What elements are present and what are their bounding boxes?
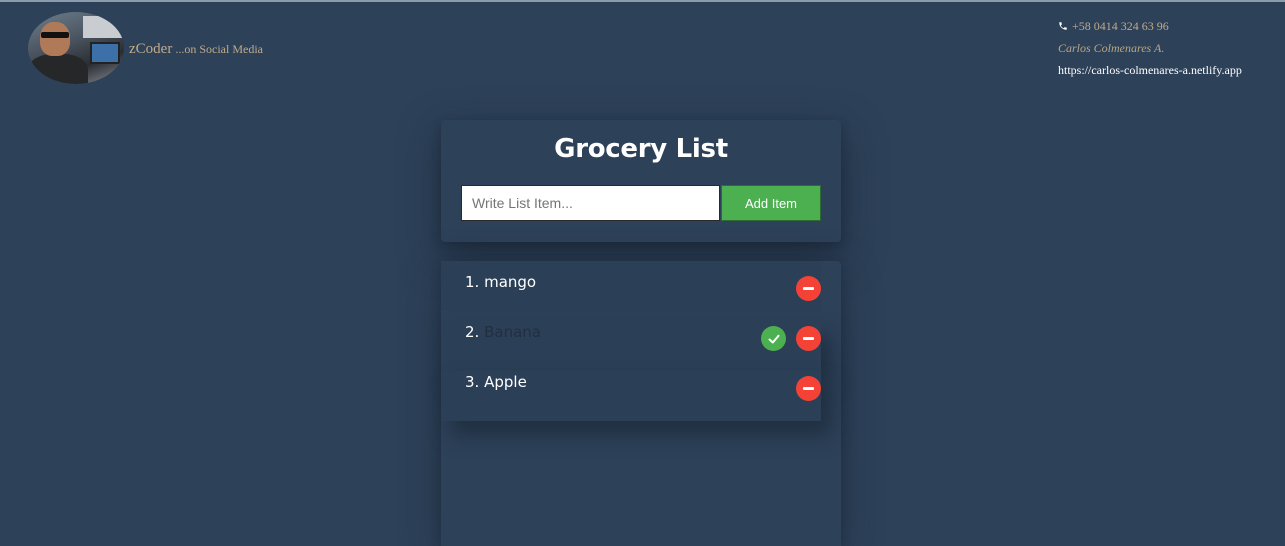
- check-icon[interactable]: [761, 326, 786, 351]
- remove-icon[interactable]: [796, 276, 821, 301]
- list-item: 3. Apple: [441, 371, 821, 421]
- phone-icon: [1058, 21, 1068, 31]
- avatar-shirt: [28, 54, 88, 84]
- list-item-text: 3. Apple: [465, 373, 527, 391]
- list-item-number: 3.: [465, 373, 480, 391]
- grocery-list: 1. mango 2. Banana 3. Apple: [441, 261, 841, 546]
- contact-info: +58 0414 324 63 96 Carlos Colmenares A. …: [1058, 16, 1242, 81]
- add-item-button[interactable]: Add Item: [721, 185, 821, 221]
- list-item-label-completed: Banana: [484, 323, 541, 341]
- profile-avatar: [28, 12, 124, 84]
- author-name: Carlos Colmenares A.: [1058, 41, 1165, 55]
- grocery-form-card: Grocery List Add Item: [441, 120, 841, 242]
- list-item-label: mango: [484, 273, 537, 291]
- portfolio-link[interactable]: https://carlos-colmenares-a.netlify.app: [1058, 59, 1242, 81]
- avatar-face: [40, 22, 70, 56]
- list-item-text: 2. Banana: [465, 323, 541, 341]
- brand-name: zCoder: [129, 41, 173, 57]
- page-title: Grocery List: [554, 134, 728, 164]
- phone-number[interactable]: +58 0414 324 63 96: [1072, 16, 1169, 36]
- remove-icon[interactable]: [796, 376, 821, 401]
- list-item-input[interactable]: [461, 185, 720, 221]
- remove-icon[interactable]: [796, 326, 821, 351]
- phone-line: +58 0414 324 63 96: [1058, 16, 1242, 36]
- avatar-background: [83, 16, 123, 38]
- brand-link[interactable]: zCoder ...on Social Media: [129, 40, 263, 58]
- list-item-number: 1.: [465, 273, 480, 291]
- brand-tagline: ...on Social Media: [172, 42, 263, 56]
- list-item-label: Apple: [484, 373, 527, 391]
- avatar-glasses: [41, 32, 69, 38]
- list-item-number: 2.: [465, 323, 480, 341]
- list-item: 2. Banana: [441, 321, 821, 371]
- list-item: 1. mango: [441, 261, 821, 311]
- list-item-text: 1. mango: [465, 273, 536, 291]
- avatar-monitor: [90, 42, 120, 64]
